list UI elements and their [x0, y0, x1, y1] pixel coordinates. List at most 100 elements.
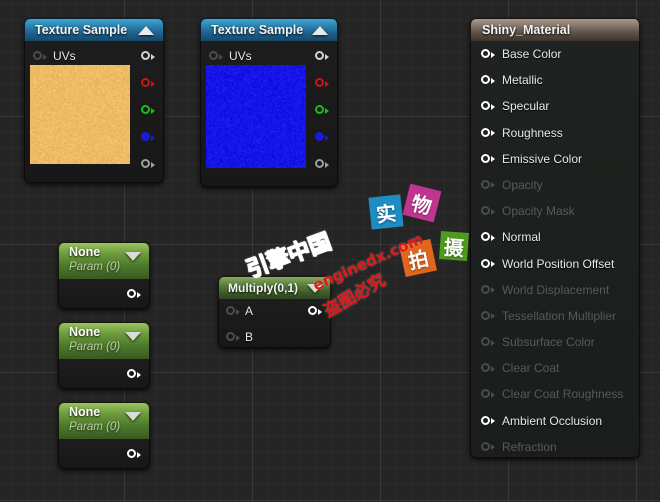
- node-body: A B: [218, 299, 331, 348]
- param-subtitle: Param (0): [69, 260, 149, 275]
- caret-down-icon[interactable]: [125, 412, 141, 421]
- material-input-pin-label: Opacity: [502, 178, 543, 192]
- material-input-pin-label: Normal: [502, 230, 541, 244]
- output-pin[interactable]: [308, 306, 322, 317]
- material-input-pin-label: Ambient Occlusion: [502, 414, 602, 428]
- material-input-pin-label: Opacity Mask: [502, 204, 575, 218]
- node-header[interactable]: Multiply(0,1): [218, 276, 331, 299]
- material-pin-row[interactable]: World Position Offset: [471, 251, 639, 277]
- input-pin-uvs-label: UVs: [229, 49, 252, 63]
- material-input-pin-label: Metallic: [502, 73, 543, 87]
- material-input-pin[interactable]: [481, 206, 495, 217]
- material-input-pin-label: Clear Coat: [502, 361, 559, 375]
- input-pin-a[interactable]: [226, 306, 240, 317]
- node-param-2[interactable]: None Param (0): [58, 322, 150, 389]
- watermark-tile-2: 物: [403, 184, 442, 223]
- material-input-pin[interactable]: [481, 49, 495, 60]
- material-pin-row[interactable]: Subsurface Color: [471, 329, 639, 355]
- caret-down-icon[interactable]: [125, 332, 141, 341]
- material-pin-row[interactable]: Opacity: [471, 172, 639, 198]
- material-input-pin[interactable]: [481, 75, 495, 86]
- material-input-pin[interactable]: [481, 442, 495, 453]
- material-input-pin[interactable]: [481, 389, 495, 400]
- node-header[interactable]: Texture Sample: [200, 18, 338, 41]
- material-pin-list: Base Color Metallic Specular Roughness Emiss…: [471, 41, 639, 460]
- caret-up-icon[interactable]: [138, 26, 154, 35]
- caret-down-icon[interactable]: [307, 284, 323, 293]
- material-input-pin[interactable]: [481, 363, 495, 374]
- node-title: Multiply(0,1): [228, 281, 307, 295]
- node-body: Base Color Metallic Specular Roughness Emiss…: [470, 41, 640, 458]
- param-subtitle: Param (0): [69, 420, 149, 435]
- output-pin-g[interactable]: [141, 105, 155, 116]
- output-pin-b[interactable]: [315, 132, 329, 143]
- material-input-pin[interactable]: [481, 416, 495, 427]
- material-input-pin[interactable]: [481, 259, 495, 270]
- material-pin-row[interactable]: Specular: [471, 93, 639, 119]
- material-pin-row[interactable]: Roughness: [471, 120, 639, 146]
- output-pin[interactable]: [127, 449, 141, 460]
- node-body: UVs: [24, 41, 164, 183]
- material-pin-row[interactable]: World Displacement: [471, 277, 639, 303]
- output-pin-r[interactable]: [141, 78, 155, 89]
- material-pin-row[interactable]: Refraction: [471, 434, 639, 460]
- node-texture-sample-2[interactable]: Texture Sample UVs: [200, 18, 338, 187]
- material-input-pin[interactable]: [481, 311, 495, 322]
- output-pin-g[interactable]: [315, 105, 329, 116]
- material-input-pin[interactable]: [481, 232, 495, 243]
- input-pin-uvs[interactable]: [33, 51, 47, 62]
- material-pin-row[interactable]: Base Color: [471, 41, 639, 67]
- material-input-pin[interactable]: [481, 337, 495, 348]
- material-input-pin-label: Clear Coat Roughness: [502, 387, 623, 401]
- input-pin-uvs-label: UVs: [53, 49, 76, 63]
- input-pin-b-label: B: [245, 330, 253, 344]
- material-pin-row[interactable]: Clear Coat Roughness: [471, 381, 639, 407]
- material-input-pin[interactable]: [481, 180, 495, 191]
- node-header[interactable]: Shiny_Material: [470, 18, 640, 41]
- material-pin-row[interactable]: Clear Coat: [471, 355, 639, 381]
- material-input-pin[interactable]: [481, 101, 495, 112]
- output-pin-a[interactable]: [315, 159, 329, 170]
- node-body: UVs: [200, 41, 338, 187]
- input-pin-a-label: A: [245, 304, 253, 318]
- material-pin-row[interactable]: Emissive Color: [471, 146, 639, 172]
- node-multiply[interactable]: Multiply(0,1) A B: [218, 276, 331, 348]
- material-graph-canvas[interactable]: Texture Sample UVs Texture Sample UVs Sh…: [0, 0, 660, 502]
- node-header[interactable]: None Param (0): [58, 402, 150, 439]
- texture-preview: [206, 65, 306, 168]
- material-pin-row[interactable]: Opacity Mask: [471, 198, 639, 224]
- material-pin-row[interactable]: Tessellation Multiplier: [471, 303, 639, 329]
- output-pin-r[interactable]: [315, 78, 329, 89]
- input-pin-uvs[interactable]: [209, 51, 223, 62]
- param-subtitle: Param (0): [69, 340, 149, 355]
- caret-up-icon[interactable]: [312, 26, 328, 35]
- output-pin[interactable]: [127, 289, 141, 300]
- material-input-pin[interactable]: [481, 154, 495, 165]
- material-input-pin-label: Base Color: [502, 47, 561, 61]
- node-title: Texture Sample: [35, 23, 138, 37]
- node-header[interactable]: None Param (0): [58, 242, 150, 279]
- node-shiny-material[interactable]: Shiny_Material Base Color Metallic Specula…: [470, 18, 640, 458]
- watermark-tile-2-char: 物: [409, 187, 435, 220]
- material-pin-row[interactable]: Ambient Occlusion: [471, 408, 639, 434]
- node-header[interactable]: None Param (0): [58, 322, 150, 359]
- output-pin-b[interactable]: [141, 132, 155, 143]
- node-body: [58, 439, 150, 469]
- watermark-tile-3-char: 拍: [405, 242, 431, 275]
- material-input-pin[interactable]: [481, 285, 495, 296]
- output-pin-a[interactable]: [141, 159, 155, 170]
- output-pin-rgb[interactable]: [141, 51, 155, 62]
- output-pin[interactable]: [127, 369, 141, 380]
- input-pin-b[interactable]: [226, 332, 240, 343]
- caret-down-icon[interactable]: [125, 252, 141, 261]
- material-input-pin-label: Roughness: [502, 126, 563, 140]
- node-texture-sample-1[interactable]: Texture Sample UVs: [24, 18, 164, 183]
- material-pin-row[interactable]: Metallic: [471, 67, 639, 93]
- node-header[interactable]: Texture Sample: [24, 18, 164, 41]
- output-pin-rgb[interactable]: [315, 51, 329, 62]
- watermark-tile-1: 实: [368, 194, 403, 229]
- node-param-1[interactable]: None Param (0): [58, 242, 150, 309]
- node-param-3[interactable]: None Param (0): [58, 402, 150, 469]
- material-pin-row[interactable]: Normal: [471, 224, 639, 250]
- material-input-pin[interactable]: [481, 128, 495, 139]
